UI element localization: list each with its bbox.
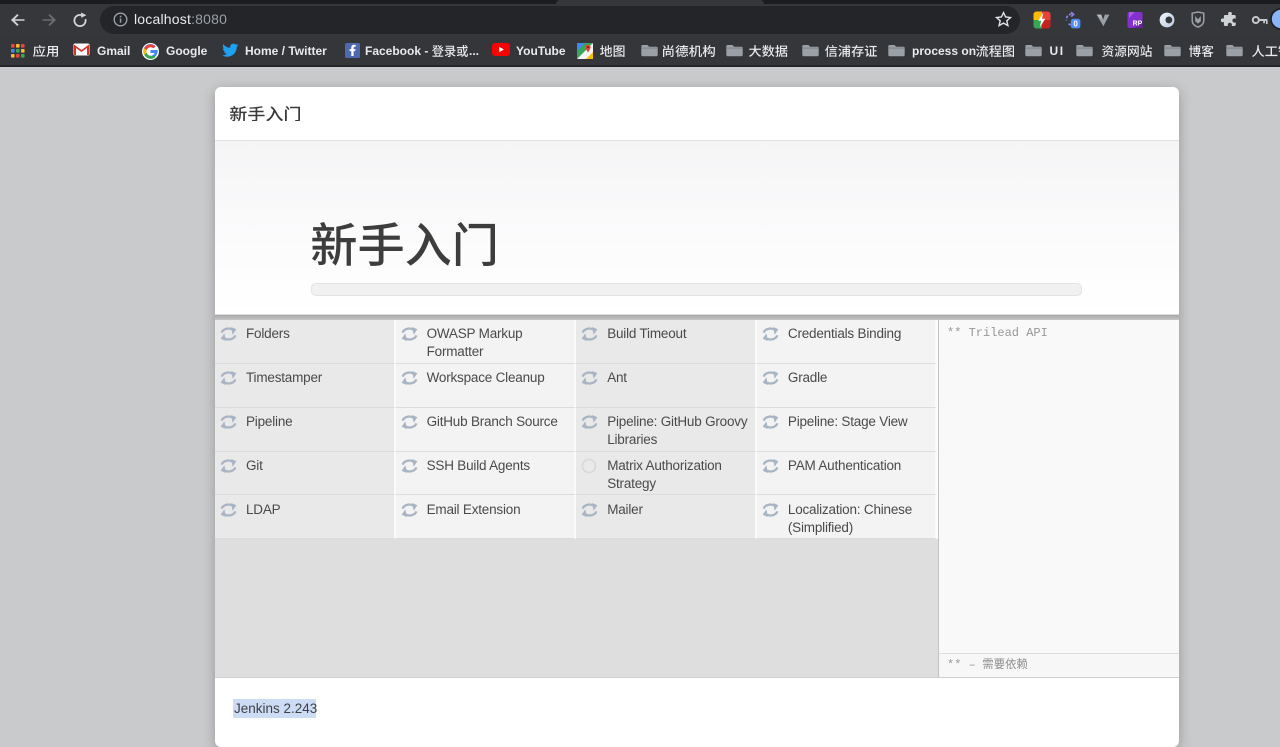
svg-text:0: 0 xyxy=(1073,19,1078,28)
svg-text:RP: RP xyxy=(1133,21,1143,28)
